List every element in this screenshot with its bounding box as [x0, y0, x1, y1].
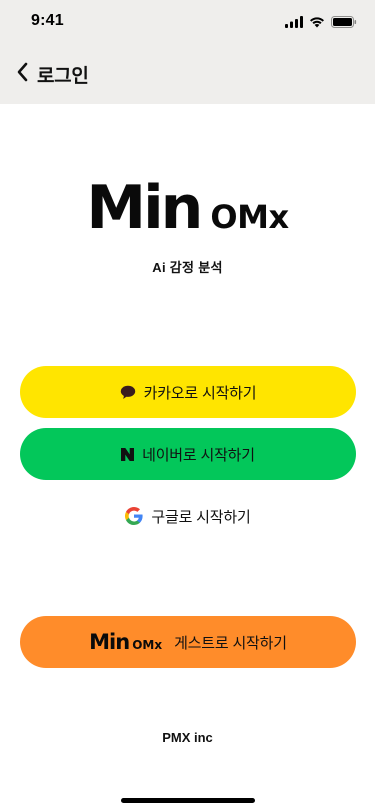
- guest-app-logo: Min OMx: [89, 630, 162, 654]
- google-login-button[interactable]: 구글로 시작하기: [20, 494, 356, 538]
- guest-logo-main-text: Min: [89, 630, 130, 654]
- company-footer: PMX inc: [162, 730, 213, 745]
- home-indicator[interactable]: [121, 798, 255, 803]
- navigation-bar: 로그인: [0, 52, 375, 96]
- cellular-signal-icon: [285, 15, 303, 33]
- chevron-left-icon: [16, 62, 28, 87]
- status-bar: 9:41: [0, 0, 375, 44]
- wifi-icon: [309, 15, 325, 33]
- guest-logo-sub-text: OMx: [132, 638, 163, 652]
- google-g-icon: [125, 507, 144, 525]
- logo-main-text: Min: [86, 173, 203, 243]
- app-logo: Min OMx: [0, 178, 375, 238]
- kakao-login-button[interactable]: 카카오로 시작하기: [20, 366, 356, 418]
- logo-sub-text: OMx: [210, 198, 289, 236]
- page-title: 로그인: [37, 65, 89, 87]
- naver-login-button[interactable]: 네이버로 시작하기: [20, 428, 356, 480]
- kakao-chat-bubble-icon: [120, 385, 136, 400]
- status-time: 9:41: [31, 12, 64, 29]
- guest-login-button[interactable]: Min OMx 게스트로 시작하기: [20, 616, 356, 668]
- app-tagline: Ai 감정 분석: [152, 260, 223, 275]
- kakao-login-label: 카카오로 시작하기: [143, 384, 257, 402]
- google-login-label: 구글로 시작하기: [151, 508, 251, 526]
- naver-login-label: 네이버로 시작하기: [142, 446, 255, 464]
- naver-n-icon: [121, 447, 135, 461]
- battery-icon: [331, 15, 357, 33]
- back-button[interactable]: 로그인: [16, 61, 89, 88]
- status-icons: [285, 15, 357, 33]
- guest-login-label: 게스트로 시작하기: [174, 634, 287, 652]
